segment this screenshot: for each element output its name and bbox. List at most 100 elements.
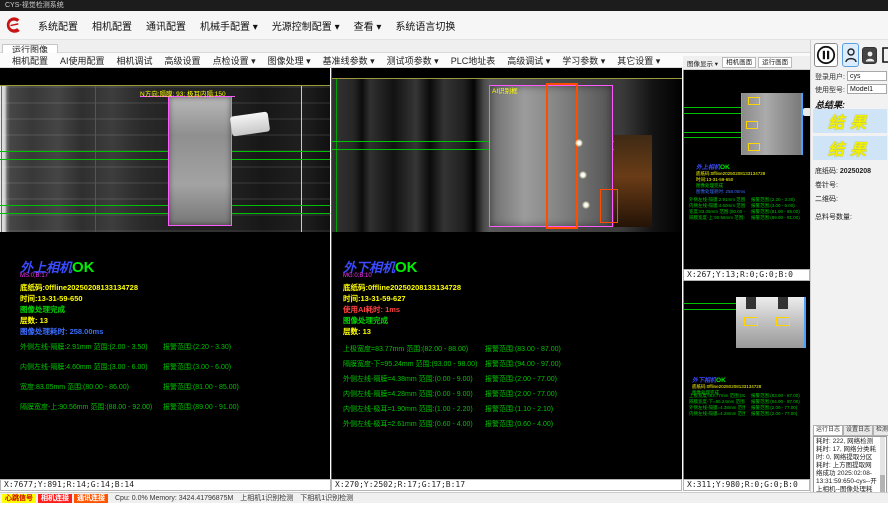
- aux-bottom-image: [736, 297, 806, 348]
- model-label: 使用型号:: [815, 87, 845, 94]
- measurement-alarm: 报警范围:(81.00 - 85.00): [163, 382, 239, 392]
- measurement-value: 外侧左线-隔膜:2.91mm 范围:(2.00 - 3.50): [20, 342, 148, 352]
- model-input[interactable]: [847, 84, 887, 94]
- menu-item-light-config[interactable]: 光源控制配置 ▾: [265, 18, 347, 33]
- measurement-alarm: 报警范围:(2.00 - 77.00): [485, 374, 557, 384]
- aux-top-measurements: 外侧左线-隔膜:2.91mm 范围:(2.00 - 3.50)报警范围:(2.2…: [689, 197, 807, 221]
- detected-part-roi: [168, 96, 232, 226]
- ok-status: OK: [72, 259, 95, 276]
- measurement-value: 上极宽度=83.77mm 范围:(82.00 - 88.00): [343, 344, 468, 354]
- exit-button[interactable]: [880, 45, 888, 65]
- app-window: CYS-视觉检测系统 系统配置 相机配置 通讯配置 机械手配置 ▾ 光源控制配置…: [0, 0, 888, 522]
- switch-user-button[interactable]: [862, 47, 877, 64]
- baseline-green: [0, 213, 330, 214]
- measurement-value: 内侧左线-隔膜=4.28mm 范围:(0.00 - 9.00): [343, 389, 473, 399]
- tool-test-params[interactable]: 测试项参数 ▾: [381, 54, 445, 67]
- roll-pin-label: 卷针号:: [815, 180, 838, 190]
- user-dark-icon: [865, 50, 875, 62]
- highlight-spark: [582, 201, 590, 209]
- login-user-row: 登录用户:: [815, 72, 887, 83]
- right-result-overlay: 外下相机OK MG:0;B:10 底纸码:0ffline202502081331…: [343, 263, 461, 336]
- log-tab-detect[interactable]: 检测日志: [873, 425, 888, 436]
- model-row: 使用型号:: [815, 85, 887, 96]
- comm-connection-badge: 通讯连接: [74, 494, 108, 503]
- measurement-alarm: 报警范围:(3.00 - 6.00): [163, 362, 231, 372]
- aux-tab-camera-view[interactable]: 相机画面: [722, 57, 756, 68]
- overlay-layers: 层数: 13: [20, 316, 138, 325]
- measurement-row: 隔膜宽度-下=95.24mm 范围:(93.00 - 98.00) 报警范围:(…: [332, 359, 682, 369]
- tool-other-settings[interactable]: 其它设置 ▾: [611, 54, 666, 67]
- tool-camera-debug[interactable]: 相机调试: [111, 54, 159, 67]
- baseline-green: [0, 159, 330, 160]
- measurement-alarm: 报警范围:(83.00 - 87.00): [485, 344, 561, 354]
- aux-bottom-camera-view[interactable]: 外下相机OK 底纸码:0ffline20250208133134728 图像处理…: [683, 281, 810, 479]
- menu-item-robot-config[interactable]: 机械手配置 ▾: [193, 18, 265, 33]
- log-scrollbar-thumb[interactable]: [880, 475, 885, 493]
- overlay-elapsed: 图像处理耗时: 258.00ms: [20, 327, 138, 336]
- left-camera-view[interactable]: N方向:隔膜: 93; 极耳内隔:150 外上相机OK MS:0;B:17 底纸…: [0, 68, 330, 479]
- aux-view-label[interactable]: 图像显示 ▾: [683, 58, 720, 68]
- control-panel: 登录用户: 使用型号: 总结果: 结果 结果 底纸码: 20250208 卷针号…: [810, 40, 888, 503]
- tool-advanced-settings[interactable]: 高级设置: [159, 54, 207, 67]
- overlay-time: 时间:13-31-59-650: [20, 294, 138, 303]
- pause-button[interactable]: [814, 43, 838, 67]
- tool-plc-address-table[interactable]: PLC地址表: [445, 54, 502, 67]
- measurement-alarm: 报警范围:(89.00 - 91.00): [751, 215, 807, 221]
- lower-camera-status: 下相机1识别检测: [300, 493, 353, 503]
- overlay-ai-time: 使用AI耗时: 1ms: [343, 305, 461, 314]
- login-user-button[interactable]: [842, 43, 859, 67]
- total-count-label: 总料号数量:: [815, 212, 852, 222]
- measurement-value: 外侧左线-极耳=2.61mm 范围:(0.60 - 4.00): [343, 419, 473, 429]
- detection-marker: [776, 317, 790, 326]
- ok-status: OK: [720, 164, 730, 171]
- aux-top-camera-view[interactable]: 外上相机OK 底纸码:0ffline20250208133134728 时间:1…: [683, 70, 810, 269]
- aux-top-image: [741, 93, 803, 155]
- tool-camera-config[interactable]: 相机配置: [6, 54, 54, 67]
- measurement-alarm: 报警范围:(2.20 - 3.30): [163, 342, 231, 352]
- menu-item-view[interactable]: 查看 ▾: [347, 18, 389, 33]
- overlay-done: 图像处理完成: [20, 305, 138, 314]
- aux-bottom-pixel-coords: X:311;Y:980;R:0;G:0;B:0: [683, 479, 810, 491]
- detection-marker: [748, 143, 760, 151]
- pause-icon: [816, 45, 836, 65]
- base-barcode-value: 20250208: [840, 168, 871, 175]
- measurement-row: 上极宽度=83.77mm 范围:(82.00 - 88.00) 报警范围:(83…: [332, 344, 682, 354]
- tool-image-processing[interactable]: 图像处理 ▾: [262, 54, 317, 67]
- part-notch: [778, 297, 788, 309]
- baseline-green: [684, 107, 741, 108]
- menu-item-camera-config[interactable]: 相机配置: [85, 18, 139, 33]
- measurement-alarm: 报警范围:(2.00 - 77.00): [485, 389, 557, 399]
- tool-learning-params[interactable]: 学习参数 ▾: [556, 54, 611, 67]
- overlay-barcode: 底纸码:0ffline20250208133134728: [20, 283, 138, 292]
- measurement-value: 外侧左线-隔膜=4.38mm 范围:(0.00 - 9.00): [343, 374, 473, 384]
- measurement-value: 内侧左线-极耳=1.90mm 范围:(1.00 - 2.20): [343, 404, 473, 414]
- right-camera-view[interactable]: AI识别框 外下相机OK MG:0;B:10 底纸码:0ffline202502…: [331, 68, 682, 479]
- baseline-green: [684, 303, 736, 304]
- tool-spot-check[interactable]: 点检设置 ▾: [207, 54, 262, 67]
- result-box-1: 结果: [813, 109, 887, 133]
- exit-door-icon: [880, 46, 888, 64]
- part-connector: [803, 108, 810, 116]
- aux-tab-run-view[interactable]: 运行画面: [758, 57, 792, 68]
- menu-item-comm-config[interactable]: 通讯配置: [139, 18, 193, 33]
- overlay-done: 图像处理完成: [343, 316, 461, 325]
- measurement-value: 内侧左线-隔膜=4.28mm 范围:(0.00 - 9.00): [689, 411, 745, 417]
- measurement-value: 隔膜宽度-上:90.56mm 范围:(88.00 - 92.00): [20, 402, 152, 412]
- left-camera-image[interactable]: N方向:隔膜: 93; 极耳内隔:150: [0, 85, 330, 232]
- measurement-alarm: 报警范围:(2.00 - 77.00): [751, 411, 807, 417]
- right-camera-image[interactable]: AI识别框: [332, 78, 682, 232]
- measurement-annotation: N方向:隔膜: 93; 极耳内隔:150: [140, 88, 226, 98]
- tool-ai-usage-config[interactable]: AI使用配置: [54, 54, 111, 67]
- status-bar: 心跳信号 相机连接 通讯连接 Cpu: 0.0% Memory: 3424.41…: [0, 492, 888, 503]
- menu-item-language-switch[interactable]: 系统语言切换: [388, 18, 462, 33]
- heartbeat-status-badge: 心跳信号: [2, 494, 36, 503]
- log-tab-settings[interactable]: 设置日志: [843, 425, 873, 436]
- log-tab-run[interactable]: 运行日志: [813, 425, 843, 436]
- menu-item-system-config[interactable]: 系统配置: [31, 18, 85, 33]
- tool-advanced-debug[interactable]: 高级调试 ▾: [501, 54, 556, 67]
- aux-view-tabs: 图像显示 ▾ 相机画面 运行画面: [683, 56, 810, 70]
- left-result-overlay: 外上相机OK MS:0;B:17 底纸码:0ffline202502081331…: [20, 263, 138, 336]
- login-user-input[interactable]: [847, 71, 887, 81]
- tool-baseline-params[interactable]: 基准线参数 ▾: [317, 54, 381, 67]
- aux-top-pixel-coords: X:267;Y:13;R:0;G:0;B:0: [683, 269, 810, 281]
